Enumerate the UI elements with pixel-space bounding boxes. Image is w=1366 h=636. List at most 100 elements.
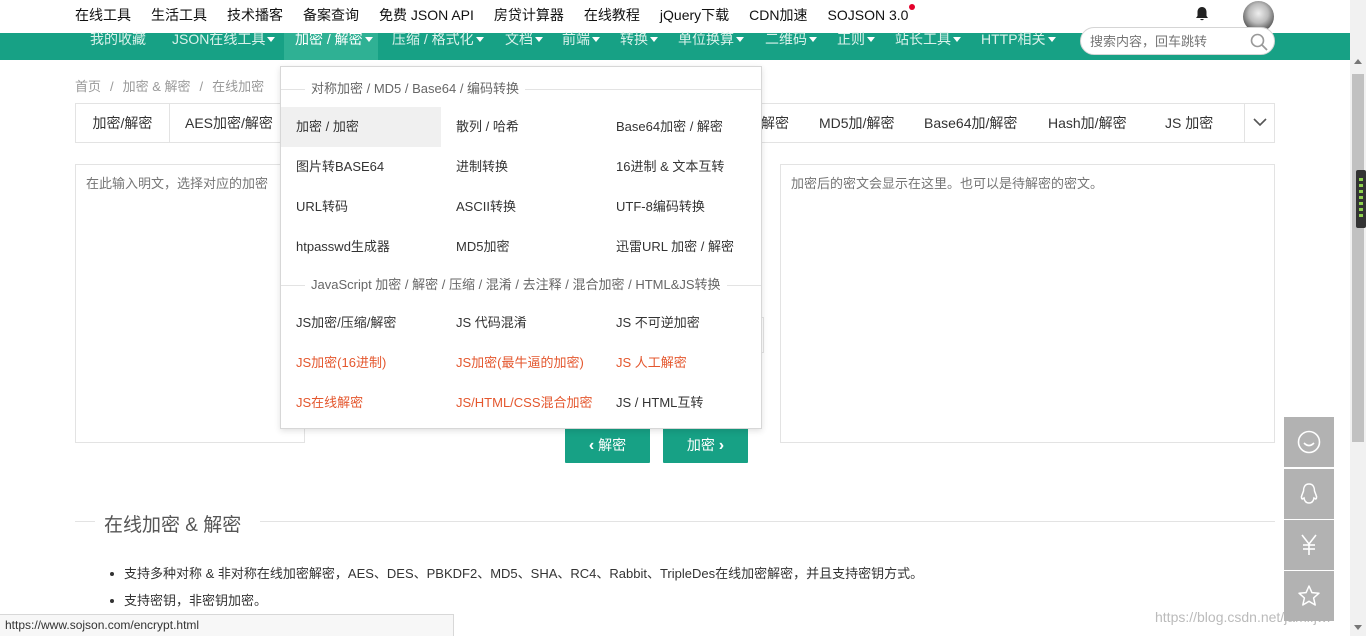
top-link-sojson3[interactable]: SOJSON 3.0	[828, 4, 916, 23]
list-item: 支持多种对称 & 非对称在线加密解密，AES、DES、PBKDF2、MD5、SH…	[109, 566, 923, 593]
nav-convert[interactable]: 转换	[620, 31, 658, 60]
section-title: 在线加密 & 解密	[104, 515, 242, 536]
nav-unit-convert[interactable]: 单位换算	[678, 32, 744, 60]
tab-js-encrypt[interactable]: JS 加密	[1165, 104, 1213, 142]
feedback-button[interactable]	[1284, 417, 1334, 467]
breadcrumb-encrypt-decrypt[interactable]: 加密 & 解密	[123, 79, 191, 94]
nav-docs[interactable]: 文档	[505, 31, 543, 60]
menu-item-js-irreversible[interactable]: JS 不可逆加密	[601, 303, 761, 343]
caret-down-icon	[1047, 36, 1056, 42]
nav-json-tools-label: JSON在线工具	[172, 31, 266, 47]
nav-frontend[interactable]: 前端	[562, 32, 600, 60]
menu-item-image-base64[interactable]: 图片转BASE64	[281, 147, 441, 187]
menu-item-encrypt[interactable]: 加密 / 加密	[281, 107, 441, 147]
top-link-json-api[interactable]: 免费 JSON API	[379, 5, 474, 25]
menu-item-utf8[interactable]: UTF-8编码转换	[601, 187, 761, 227]
search-input[interactable]	[1090, 32, 1240, 50]
menu-item-js-hex[interactable]: JS加密(16进制)	[281, 343, 441, 383]
menu-item-js-html-convert[interactable]: JS / HTML互转	[601, 383, 761, 423]
plaintext-box	[75, 164, 305, 443]
scroll-down-arrow[interactable]	[1354, 625, 1362, 630]
menu-item-js-encrypt[interactable]: JS加密/压缩/解密	[281, 303, 441, 343]
tab-md5[interactable]: MD5加/解密	[819, 104, 894, 142]
tab-base64[interactable]: Base64加/解密	[924, 104, 1017, 142]
menu-item-js-obfuscate[interactable]: JS 代码混淆	[441, 303, 601, 343]
menu-item-md5[interactable]: MD5加密	[441, 227, 601, 267]
tab-hash[interactable]: Hash加/解密	[1048, 104, 1127, 142]
nav-compress-format[interactable]: 压缩 / 格式化	[392, 31, 484, 60]
top-link-life-tools[interactable]: 生活工具	[151, 5, 207, 25]
bell-icon[interactable]	[1193, 5, 1211, 23]
nav-http[interactable]: HTTP相关	[981, 32, 1056, 60]
caret-down-icon	[535, 36, 543, 42]
nav-favorites-label: 我的收藏	[90, 31, 146, 47]
encrypt-button-label: 加密	[686, 437, 715, 453]
top-link-jquery[interactable]: jQuery下载	[660, 5, 729, 25]
tab-decrypt[interactable]: 解密	[761, 104, 789, 142]
decrypt-button[interactable]: ‹ 解密	[565, 427, 650, 463]
menu-item-js-html-css-mix[interactable]: JS/HTML/CSS混合加密	[441, 383, 601, 423]
menu-item-thunder-url[interactable]: 迅雷URL 加密 / 解密	[601, 227, 761, 267]
nav-qrcode[interactable]: 二维码	[765, 32, 817, 60]
nav-favorites[interactable]: 我的收藏	[90, 31, 146, 60]
nav-docs-label: 文档	[505, 31, 533, 47]
nav-json-tools[interactable]: JSON在线工具	[172, 31, 276, 60]
status-bar-url: https://www.sojson.com/encrypt.html	[0, 614, 454, 636]
top-link-online-tools[interactable]: 在线工具	[75, 5, 131, 25]
top-link-mortgage[interactable]: 房贷计算器	[494, 5, 564, 25]
search-icon[interactable]	[1249, 32, 1269, 52]
notification-dot	[909, 4, 916, 10]
top-link-icp-query[interactable]: 备案查询	[303, 5, 359, 25]
nav-compress-format-label: 压缩 / 格式化	[392, 31, 474, 47]
menu-item-js-manual-decrypt[interactable]: JS 人工解密	[601, 343, 761, 383]
tab-aes[interactable]: AES加密/解密	[185, 104, 273, 142]
chevron-right-icon: ›	[718, 437, 725, 454]
menu-item-radix[interactable]: 进制转换	[441, 147, 601, 187]
qq-button[interactable]	[1284, 469, 1334, 519]
breadcrumb: 首页 / 加密 & 解密 / 在线加密	[75, 76, 264, 95]
menu-item-base64[interactable]: Base64加密 / 解密	[601, 107, 761, 147]
caret-down-icon	[809, 36, 817, 42]
caret-down-icon	[736, 36, 744, 42]
ciphertext-box	[780, 164, 1275, 443]
caret-down-icon	[267, 36, 276, 42]
nav-convert-label: 转换	[620, 31, 648, 47]
nav-encrypt-decrypt-label: 加密 / 解密	[295, 31, 363, 47]
page-scrollbar[interactable]	[1350, 0, 1366, 636]
scroll-up-arrow[interactable]	[1354, 59, 1362, 64]
nav-regex[interactable]: 正则	[837, 31, 875, 60]
ciphertext-output[interactable]	[791, 173, 1266, 433]
feature-list: 支持多种对称 & 非对称在线加密解密，AES、DES、PBKDF2、MD5、SH…	[109, 566, 923, 620]
search-box	[1080, 27, 1275, 55]
tab-encrypt-decrypt[interactable]: 加密/解密	[76, 104, 170, 142]
encrypt-dropdown-menu: 对称加密 / MD5 / Base64 / 编码转换 加密 / 加密 散列 / …	[280, 66, 762, 429]
caret-down-icon	[650, 36, 658, 42]
smile-icon	[1297, 430, 1321, 454]
nav-encrypt-decrypt[interactable]: 加密 / 解密	[284, 31, 378, 60]
menu-item-js-online-decrypt[interactable]: JS在线解密	[281, 383, 441, 423]
more-tabs-button[interactable]	[1244, 104, 1275, 142]
menu-item-ascii[interactable]: ASCII转换	[441, 187, 601, 227]
breadcrumb-home[interactable]: 首页	[75, 79, 101, 94]
menu-item-url-encode[interactable]: URL转码	[281, 187, 441, 227]
menu-item-htpasswd[interactable]: htpasswd生成器	[281, 227, 441, 267]
menu-item-hex-text[interactable]: 16进制 & 文本互转	[601, 147, 761, 187]
favorite-button[interactable]	[1284, 571, 1334, 621]
breadcrumb-separator: /	[110, 79, 114, 94]
nav-webmaster[interactable]: 站长工具	[895, 32, 961, 60]
donate-button[interactable]	[1284, 520, 1334, 570]
top-link-tech-blog[interactable]: 技术播客	[227, 5, 283, 25]
breadcrumb-online-encrypt[interactable]: 在线加密	[212, 79, 264, 94]
menu-item-js-strongest[interactable]: JS加密(最牛逼的加密)	[441, 343, 601, 383]
top-link-tutorials[interactable]: 在线教程	[584, 5, 640, 25]
encrypt-button[interactable]: 加密 ›	[663, 427, 748, 463]
plaintext-input[interactable]	[86, 173, 296, 433]
caret-down-icon	[592, 36, 600, 42]
top-link-cdn[interactable]: CDN加速	[749, 5, 807, 25]
menu-item-hash[interactable]: 散列 / 哈希	[441, 107, 601, 147]
divider	[75, 521, 95, 522]
nav-regex-label: 正则	[837, 31, 865, 47]
scrollbar-thumb[interactable]	[1352, 74, 1364, 442]
dropdown-group-header: 对称加密 / MD5 / Base64 / 编码转换	[281, 79, 761, 99]
side-widget[interactable]	[1356, 170, 1366, 228]
